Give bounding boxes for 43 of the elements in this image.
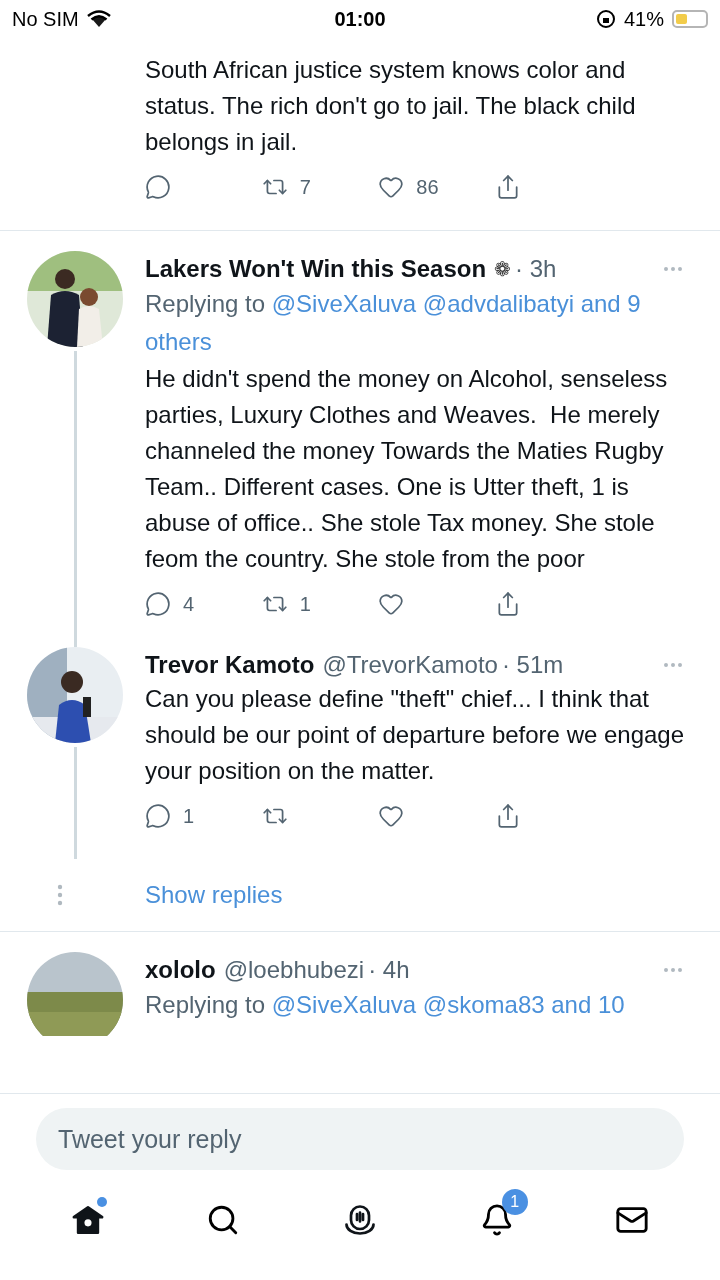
reply-field[interactable]: Tweet your reply: [36, 1108, 684, 1170]
retweet-button[interactable]: 7: [261, 172, 342, 202]
heart-icon: [378, 803, 405, 829]
action-count: 1: [299, 592, 311, 617]
user-name[interactable]: Trevor Kamoto: [145, 649, 315, 681]
rotation-lock-icon: [595, 9, 616, 29]
action-count: 1: [183, 804, 195, 829]
more-replies-dots-icon: [57, 884, 63, 906]
reply-button[interactable]: 4: [145, 589, 225, 619]
reply-icon: [145, 803, 171, 829]
notifications-tab[interactable]: 1: [463, 1187, 530, 1253]
replying-to: Replying to @SiveXaluva @skoma83 and 10: [145, 990, 626, 1020]
action-count: 86: [416, 175, 439, 200]
action-count: 4: [183, 592, 195, 617]
battery-icon: [672, 10, 708, 28]
action-count: 7: [299, 175, 311, 200]
tweet-time: · 4h: [368, 955, 410, 985]
heart-icon: [378, 174, 405, 200]
tweet-text: South African justice system knows color and status. The rich don't go to jail. The black child belongs in jail.: [145, 55, 637, 157]
carrier-label: No SIM: [12, 7, 79, 32]
show-replies-link[interactable]: Show replies: [145, 877, 283, 913]
user-handle: @loebhubezi: [223, 955, 365, 985]
user-name[interactable]: Lakers Won't Win this Season: [145, 253, 487, 285]
home-icon: [70, 1203, 105, 1237]
tweet-text: Can you please define "theft" chief... I think that should be our point of departure before we engage your position on the matter.: [145, 684, 685, 786]
reply-icon: [145, 174, 171, 200]
retweet-button[interactable]: 1: [261, 589, 342, 619]
wifi-icon: [86, 10, 111, 28]
tweet-text: He didn't spend the money on Alcohol, senseless parties, Luxury Clothes and Weaves. He merely channeled the money Towards the Maties Rugby Team.. Different cases. One is Utter theft, 1 is abuse of office.. She stole Tax money. She stole feom the country. She stole from the poor: [145, 364, 669, 574]
microphone-icon: [342, 1202, 378, 1238]
tweet-time: · 51m: [501, 650, 564, 680]
heart-button[interactable]: 86: [378, 172, 459, 202]
user-handle: @TrevorKamoto: [322, 650, 498, 680]
flower-icon: ❁: [494, 253, 512, 285]
reply-icon: [145, 591, 171, 617]
replying-to: Replying to @SiveXaluva @advdalibatyi and 9 others: [145, 289, 642, 357]
battery-percent: 41%: [623, 7, 664, 32]
tweet-time: · 3h: [515, 254, 557, 284]
user-name[interactable]: xololo: [145, 954, 216, 986]
reply-button[interactable]: 1: [145, 801, 225, 831]
heart-icon: [378, 591, 405, 617]
clock: 01:00: [333, 7, 387, 32]
notification-badge: 1: [501, 1189, 528, 1215]
